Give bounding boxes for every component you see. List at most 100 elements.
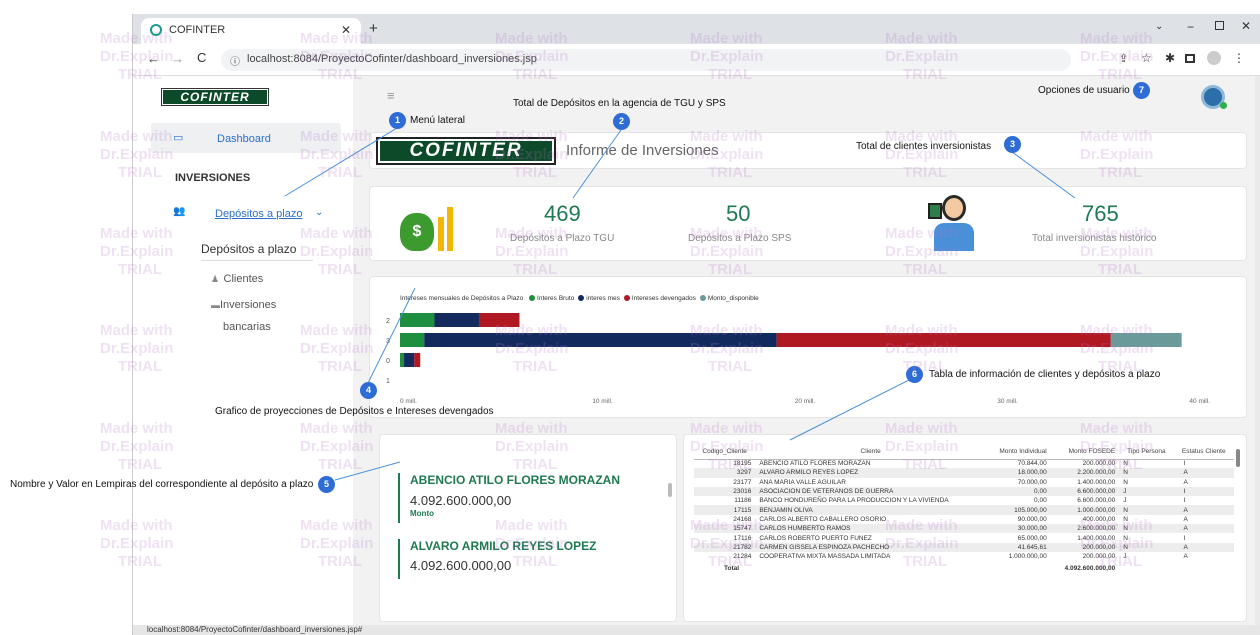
table-cell: A [1173,468,1234,478]
category-tick-label: 2 [386,318,390,325]
bars-glyph2 [447,207,453,251]
bar-segment[interactable] [414,353,421,367]
legend-label[interactable]: Interes Bruto [537,295,574,302]
submenu-item-inversiones[interactable]: ▬Inversiones bancarias [211,295,321,333]
page-scrollbar[interactable] [1255,76,1260,625]
callout-text-4: Grafico de proyecciones de Depósitos e I… [215,406,494,417]
table-row[interactable]: 21782 CARMEN GISSELA ESPINOZA PACHECHO 41.… [694,542,1234,552]
chart-card: Intereses mensuales de Depósitos a Plazo… [369,276,1247,418]
tab-search-icon[interactable]: ⌄ [1155,21,1163,32]
address-url: localhost:8084/ProyectoCofinter/dashboar… [247,53,537,65]
sidebar-item-depositos[interactable]: 👥 Depósitos a plazo ⌄ [173,206,333,224]
address-toolbar: ← → C ⓘ localhost:8084/ProyectoCofinter/… [133,44,1260,76]
bar-segment[interactable] [434,313,479,327]
submenu-item-label: Clientes [223,273,264,285]
selected-deposit-card: ABENCIO ATILO FLORES MORAZAN 4.092.600.0… [379,434,677,622]
browser-tab[interactable]: COFINTER ✕ [141,18,361,44]
legend-label[interactable]: Intereses devengados [632,295,696,302]
table-row[interactable]: 23177 ANA MARIA VALLE AGUILAR 70.000,00 1.4… [694,478,1234,487]
table-row[interactable]: 24168 CARLOS ALBERTO CABALLERO OSORIO 90.0… [694,515,1234,524]
bar-segment[interactable] [404,353,415,367]
submenu-item-clientes[interactable]: ♟ Clientes [211,269,321,285]
new-tab-icon[interactable]: + [369,20,378,37]
legend-label[interactable]: interes mes [586,295,620,302]
table-cell: CARMEN GISSELA ESPINOZA PACHECHO [755,542,986,552]
column-header[interactable]: Cliente [755,445,986,460]
table-cell: N [1119,524,1174,534]
address-bar[interactable]: ⓘ localhost:8084/ProyectoCofinter/dashbo… [221,49,1071,71]
callout-badge-2: 2 [613,113,630,130]
column-header[interactable]: Monto Individual [986,445,1051,460]
table-cell: 0,00 [1034,497,1047,505]
card-scrollbar[interactable] [668,483,672,497]
callout-badge-6: 6 [906,366,923,383]
table-cell: BENJAMIN OLIVA [755,505,986,515]
table-row[interactable]: 17116 CARLOS ROBERTO PUERTO FUNEZ 65.000,0… [694,533,1234,542]
bar-segment[interactable] [776,333,1111,347]
table-cell: CARLOS ROBERTO PUERTO FUNEZ [759,534,872,542]
table-cell: 65.000,00 [1017,534,1047,542]
column-header[interactable]: Estatus Cliente [1173,445,1234,460]
person-icon: ♟ [211,274,220,284]
deposit-item-2[interactable]: ALVARO ARMILO REYES LOPEZ 4.092.600.000,… [398,539,658,579]
table-row[interactable]: 17115 BENJAMIN OLIVA 105.000,00 1.000.000,0… [694,505,1234,515]
sidepanel-icon[interactable] [1185,54,1195,63]
table-row[interactable]: 21284 COOPERATIVA MIXTA MASSADA LIMITADA 1… [694,552,1234,561]
close-tab-icon[interactable]: ✕ [341,23,351,37]
column-header[interactable]: Tipo Persona [1119,445,1174,460]
table-row[interactable]: 15747 CARLOS HUMBERTO RAMOS 30.000,00 2.600… [694,524,1234,534]
sidebar: COFINTER ▭ Dashboard INVERSIONES 👥 Depós… [133,76,353,625]
table-cell: 6.600.000,00 [1050,486,1120,497]
sidebar-item-dashboard[interactable]: ▭ Dashboard [151,123,341,153]
column-header[interactable]: Codigo_Cliente [694,445,756,460]
chevron-down-icon: ⌄ [315,207,324,218]
table-cell: A [1173,505,1234,515]
callout-text-6: Tabla de información de clientes y depós… [929,369,1161,380]
table-cell: 17116 [733,534,752,542]
table-row[interactable]: 18195 ABENCIO ATILO FLORES MORAZAN 70.844,… [694,459,1234,468]
profile-icon[interactable] [1207,51,1221,65]
reload-icon[interactable]: C [197,50,206,65]
column-header[interactable]: Monto FOSEDE [1050,445,1120,460]
table-row[interactable]: 23016 ASOCIACION DE VETERANOS DE GUERRA 0,… [694,486,1234,497]
bar-segment[interactable] [400,333,425,347]
callout-text-1: Menú lateral [410,115,466,126]
table-cell: 6.600.000,00 [1077,497,1116,505]
kpi-label-tgu: Depósitos a Plazo TGU [510,233,615,244]
table-scrollbar[interactable] [1236,449,1240,467]
bar-segment[interactable] [1110,333,1182,347]
minimize-icon[interactable]: − [1187,20,1194,34]
table-cell: A [1183,553,1188,561]
back-icon[interactable]: ← [147,51,160,66]
extensions-icon[interactable]: ✱ [1165,51,1175,65]
person-body [934,223,974,251]
callout-text-3: Total de clientes inversionistas [856,141,992,152]
submenu-title: Depósitos a plazo [201,242,297,256]
menu-dots-icon[interactable]: ⋮ [1233,51,1245,65]
table-cell: ASOCIACION DE VETERANOS DE GUERRA [755,486,986,497]
main-content: ≡ COFINTER Informe de Inversiones $ 469 [353,76,1255,625]
maximize-icon[interactable] [1215,21,1224,30]
close-window-icon[interactable]: ✕ [1241,19,1251,33]
legend-label[interactable]: Monto_disponible [708,295,759,302]
bar-segment[interactable] [478,313,520,327]
deposit-value-label: Monto [410,509,434,518]
deposit-item-1[interactable]: ABENCIO ATILO FLORES MORAZAN 4.092.600.0… [398,473,658,523]
bar-segment[interactable] [400,353,405,367]
table-row[interactable]: 3297 ALVARO ARMILO REYES LOPEZ 18.000,00 2.… [694,468,1234,478]
table-cell: 30.000,00 [986,524,1051,534]
table-cell: 105.000,00 [986,505,1051,515]
table-row[interactable]: 11186 BANCO HONDUREÑO PARA LA PRODUCCION … [694,496,1234,505]
bar-segment[interactable] [400,313,435,327]
forward-icon[interactable]: → [171,51,184,66]
chart-title: Intereses mensuales de Depósitos a Plazo [400,295,524,302]
share-icon[interactable]: ⇪ [1119,52,1128,65]
kpi-label-total: Total inversionistas histórico [1032,233,1157,244]
deposit-client-name: ALVARO ARMILO REYES LOPEZ [410,539,597,553]
sidebar-logo-text: COFINTER [163,90,267,104]
clients-table: Codigo_Cliente Cliente Monto Individual Mon… [694,445,1234,575]
hamburger-icon[interactable]: ≡ [387,88,395,103]
star-icon[interactable]: ☆ [1141,51,1152,65]
bar-segment[interactable] [424,333,777,347]
sidebar-logo: COFINTER [161,88,269,106]
